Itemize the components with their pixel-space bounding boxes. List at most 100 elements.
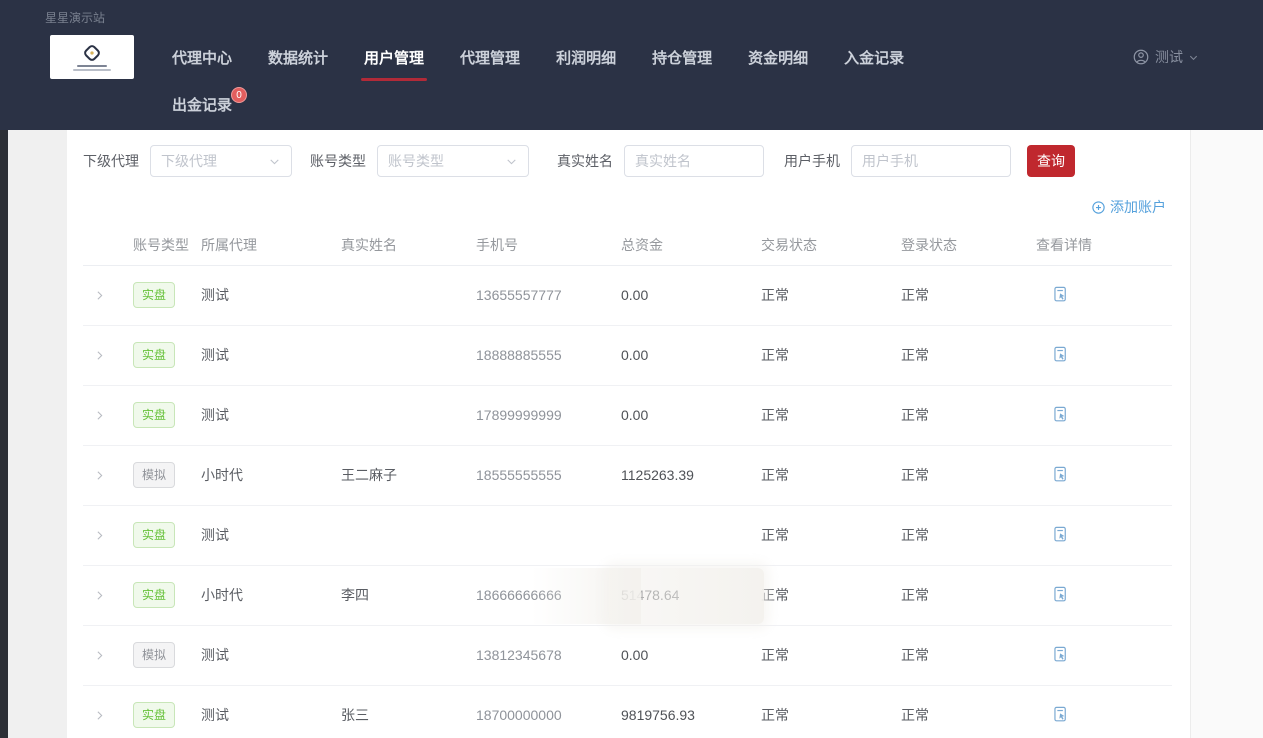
expand-row-icon[interactable] [89, 465, 109, 485]
agent-select-placeholder: 下级代理 [161, 151, 217, 171]
top-navbar: 星星演示站 代理中心 数据统计 用户管理 代理管理 利润明细 持仓管理 资金明细… [0, 0, 1263, 130]
nav-item-withdrawal-records[interactable]: 出金记录 0 [172, 94, 232, 115]
nav-item-position-management[interactable]: 持仓管理 [652, 47, 712, 68]
header-agent: 所属代理 [201, 225, 341, 265]
expand-row-icon[interactable] [89, 525, 109, 545]
funds-cell: 0.00 [621, 625, 761, 685]
login-status-cell: 正常 [901, 685, 1036, 738]
logo-text [73, 65, 111, 71]
agent-filter-label: 下级代理 [83, 151, 139, 171]
account-type-badge: 实盘 [133, 702, 175, 728]
expand-row-icon[interactable] [89, 285, 109, 305]
phone-cell: 17899999999 [476, 385, 621, 445]
trade-status-cell: 正常 [761, 505, 901, 565]
view-details-icon[interactable] [1048, 643, 1072, 667]
header-phone: 手机号 [476, 225, 621, 265]
trade-status-cell: 正常 [761, 565, 901, 625]
site-name: 星星演示站 [0, 0, 1263, 26]
header-expand [83, 225, 133, 265]
real-name-cell [341, 265, 476, 325]
account-type-badge: 实盘 [133, 582, 175, 608]
nav-item-data-stats[interactable]: 数据统计 [268, 47, 328, 68]
agent-cell: 测试 [201, 325, 341, 385]
funds-cell [621, 505, 761, 565]
nav-item-deposit-records[interactable]: 入金记录 [844, 47, 904, 68]
table-row: 实盘 测试 18888885555 0.00 正常 正常 [83, 325, 1172, 385]
phone-input[interactable] [851, 145, 1011, 177]
header-funds: 总资金 [621, 225, 761, 265]
plus-circle-icon [1091, 200, 1106, 215]
real-name-cell [341, 625, 476, 685]
account-type-filter-label: 账号类型 [310, 151, 366, 171]
agent-select[interactable]: 下级代理 [150, 145, 292, 177]
nav-item-profit-detail[interactable]: 利润明细 [556, 47, 616, 68]
header-login-status: 登录状态 [901, 225, 1036, 265]
view-details-icon[interactable] [1048, 343, 1072, 367]
user-menu[interactable]: 测试 [1132, 47, 1199, 67]
account-type-select-placeholder: 账号类型 [388, 151, 444, 171]
phone-filter-label: 用户手机 [784, 151, 840, 171]
view-details-icon[interactable] [1048, 523, 1072, 547]
header-real-name: 真实姓名 [341, 225, 476, 265]
table-row: 实盘 小时代 李四 18666666666 51478.64 正常 正常 [83, 565, 1172, 625]
nav-item-agent-center[interactable]: 代理中心 [172, 47, 232, 68]
trade-status-cell: 正常 [761, 325, 901, 385]
funds-cell: 51478.64 [621, 565, 761, 625]
phone-cell: 18666666666 [476, 565, 621, 625]
account-type-badge: 模拟 [133, 462, 175, 488]
nav-item-funds-detail[interactable]: 资金明细 [748, 47, 808, 68]
real-name-cell: 李四 [341, 565, 476, 625]
phone-cell: 13812345678 [476, 625, 621, 685]
trade-status-cell: 正常 [761, 445, 901, 505]
nav-item-agent-management[interactable]: 代理管理 [460, 47, 520, 68]
agent-cell: 测试 [201, 685, 341, 738]
agent-cell: 测试 [201, 505, 341, 565]
table-row: 实盘 测试 13655557777 0.00 正常 正常 [83, 265, 1172, 325]
view-details-icon[interactable] [1048, 403, 1072, 427]
login-status-cell: 正常 [901, 625, 1036, 685]
user-avatar-icon [1132, 48, 1150, 66]
real-name-cell [341, 505, 476, 565]
nav-item-user-management[interactable]: 用户管理 [364, 47, 424, 68]
table-row: 模拟 测试 13812345678 0.00 正常 正常 [83, 625, 1172, 685]
view-details-icon[interactable] [1048, 283, 1072, 307]
login-status-cell: 正常 [901, 265, 1036, 325]
header-account-type: 账号类型 [133, 225, 201, 265]
expand-row-icon[interactable] [89, 345, 109, 365]
account-type-badge: 实盘 [133, 282, 175, 308]
trade-status-cell: 正常 [761, 625, 901, 685]
view-details-icon[interactable] [1048, 463, 1072, 487]
add-account-label: 添加账户 [1110, 197, 1166, 217]
window-edge [0, 130, 8, 738]
agent-cell: 测试 [201, 385, 341, 445]
trade-status-cell: 正常 [761, 385, 901, 445]
trade-status-cell: 正常 [761, 265, 901, 325]
phone-cell [476, 505, 621, 565]
filter-bar: 下级代理 下级代理 账号类型 账号类型 真实姓名 用户手机 [83, 145, 1172, 177]
account-type-badge: 模拟 [133, 642, 175, 668]
table-row: 实盘 测试 17899999999 0.00 正常 正常 [83, 385, 1172, 445]
search-button[interactable]: 查询 [1027, 145, 1075, 177]
table-header-row: 账号类型 所属代理 真实姓名 手机号 总资金 交易状态 登录状态 查看详情 [83, 225, 1172, 265]
expand-row-icon[interactable] [89, 645, 109, 665]
account-type-badge: 实盘 [133, 342, 175, 368]
trade-status-cell: 正常 [761, 685, 901, 738]
redaction-blur [609, 568, 764, 624]
add-account-link[interactable]: 添加账户 [1091, 197, 1166, 217]
account-type-select[interactable]: 账号类型 [377, 145, 529, 177]
login-status-cell: 正常 [901, 325, 1036, 385]
user-name: 测试 [1155, 47, 1183, 67]
view-details-icon[interactable] [1048, 583, 1072, 607]
expand-row-icon[interactable] [89, 405, 109, 425]
main-nav: 代理中心 数据统计 用户管理 代理管理 利润明细 持仓管理 资金明细 入金记录 [172, 47, 904, 68]
view-details-icon[interactable] [1048, 703, 1072, 727]
expand-row-icon[interactable] [89, 705, 109, 725]
funds-cell: 9819756.93 [621, 685, 761, 738]
login-status-cell: 正常 [901, 445, 1036, 505]
real-name-cell: 张三 [341, 685, 476, 738]
real-name-filter-label: 真实姓名 [557, 151, 613, 171]
users-table: 账号类型 所属代理 真实姓名 手机号 总资金 交易状态 登录状态 查看详情 实盘… [83, 225, 1172, 738]
logo[interactable] [50, 35, 134, 79]
real-name-input[interactable] [624, 145, 764, 177]
expand-row-icon[interactable] [89, 585, 109, 605]
